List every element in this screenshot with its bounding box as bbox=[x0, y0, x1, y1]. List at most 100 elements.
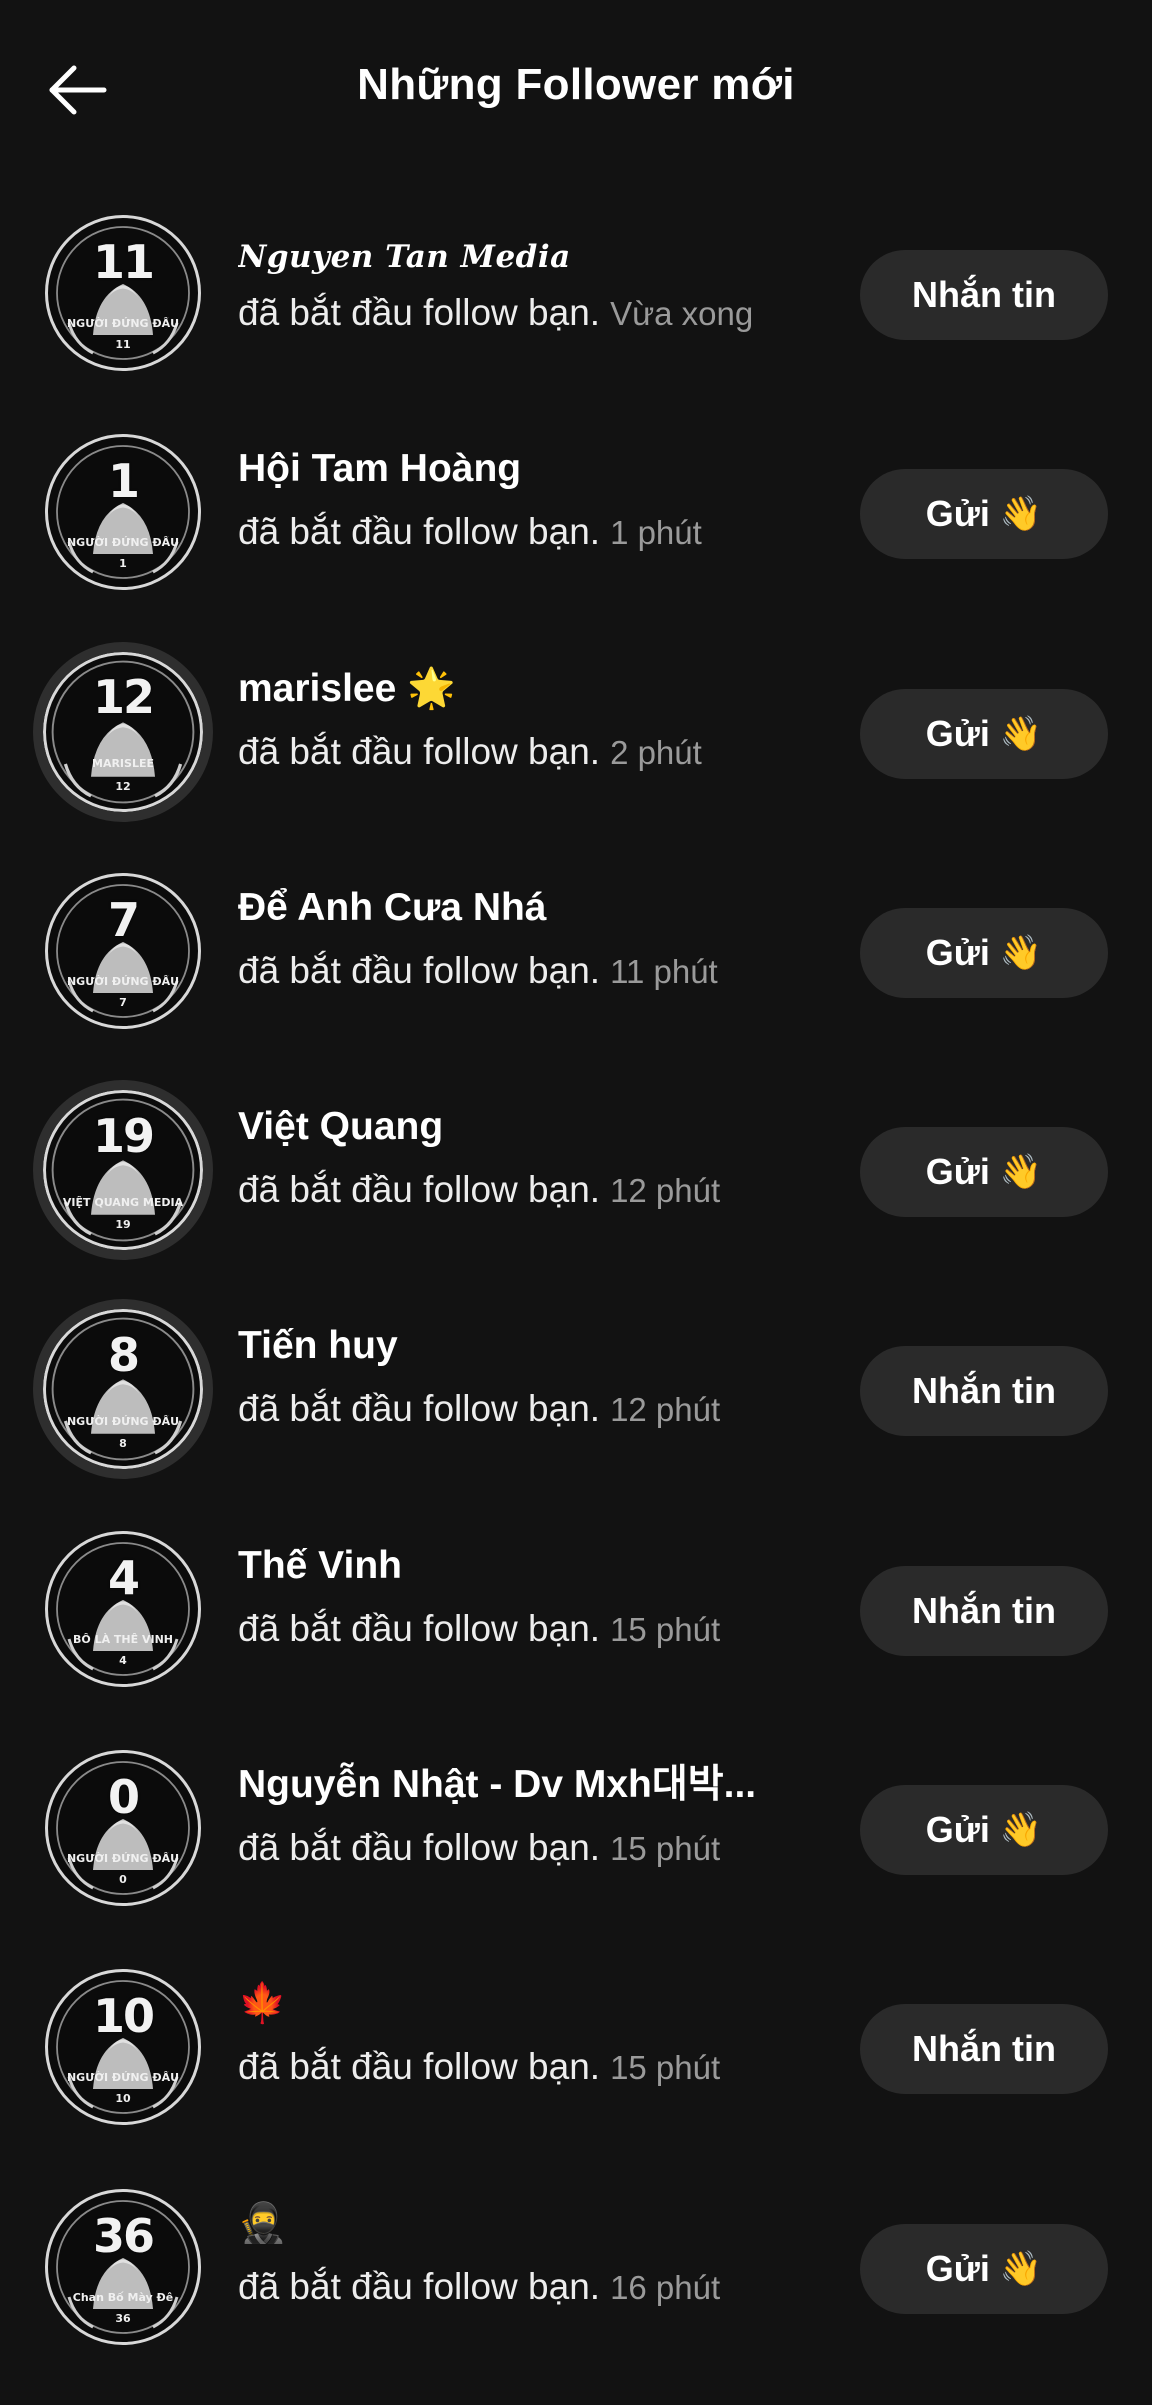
avatar-subnumber: 8 bbox=[119, 1437, 127, 1451]
send-wave-button[interactable]: Gửi 👋 bbox=[860, 2223, 1108, 2314]
follower-row[interactable]: 19 VIỆT QUANG MEDIA 19 Việt Quang đã bắt đầu… bbox=[0, 1062, 1152, 1281]
send-wave-button[interactable]: Gửi 👋 bbox=[860, 1127, 1108, 1218]
button-label: Gửi bbox=[925, 712, 990, 754]
button-label: Nhắn tin bbox=[912, 1589, 1056, 1631]
follower-row[interactable]: 4 BỐ LÀ THẾ VINH 4 Thế Vinh đã bắt đầu follo… bbox=[0, 1501, 1152, 1720]
avatar-caption: NGƯỜI ĐỨNG ĐẦU bbox=[66, 536, 180, 550]
follow-action-text: đã bắt đầu follow bạn. bbox=[238, 1388, 601, 1430]
button-label: Gửi bbox=[925, 1151, 990, 1193]
follow-status: đã bắt đầu follow bạn. 12 phút bbox=[238, 1168, 720, 1212]
avatar[interactable]: 1 NGƯỜI ĐỨNG ĐẦU 1 bbox=[45, 434, 201, 591]
follower-name[interactable]: Nguyen Tan Media bbox=[238, 239, 571, 276]
send-wave-button[interactable]: Gửi 👋 bbox=[860, 688, 1108, 779]
follower-row[interactable]: 0 NGƯỜI ĐỨNG ĐẦU 0 Nguyễn Nhật - Dv Mxh대박..… bbox=[0, 1720, 1152, 1939]
follower-list: 11 NGƯỜI ĐỨNG ĐẦU 11 Nguyen Tan Media đã bắt… bbox=[0, 185, 1152, 2378]
follow-status: đã bắt đầu follow bạn. 11 phút bbox=[238, 949, 718, 993]
avatar-number: 12 bbox=[92, 669, 155, 724]
follow-action-text: đã bắt đầu follow bạn. bbox=[238, 1607, 601, 1649]
follower-name[interactable]: 🥷 bbox=[238, 2201, 287, 2248]
follow-action-text: đã bắt đầu follow bạn. bbox=[238, 2265, 601, 2307]
follower-row[interactable]: 7 NGƯỜI ĐỨNG ĐẦU 7 Để Anh Cưa Nhá đã bắt đầu… bbox=[0, 843, 1152, 1062]
waving-hand-icon: 👋 bbox=[999, 1811, 1043, 1850]
follower-name[interactable]: Việt Quang bbox=[238, 1104, 443, 1151]
timestamp: 11 phút bbox=[610, 952, 718, 990]
follow-action-text: đã bắt đầu follow bạn. bbox=[238, 511, 601, 553]
timestamp: 15 phút bbox=[610, 1610, 721, 1648]
avatar-number: 11 bbox=[92, 235, 155, 289]
avatar-number: 4 bbox=[107, 1550, 140, 1605]
follow-status: đã bắt đầu follow bạn. 16 phút bbox=[238, 2265, 720, 2309]
message-button[interactable]: Nhắn tin bbox=[860, 1346, 1108, 1437]
timestamp: 16 phút bbox=[610, 2268, 721, 2306]
avatar-caption: Chan Bố Mày Đê bbox=[72, 2290, 174, 2304]
avatar-subnumber: 36 bbox=[115, 2311, 131, 2325]
follow-action-text: đã bắt đầu follow bạn. bbox=[238, 730, 601, 772]
message-button[interactable]: Nhắn tin bbox=[860, 2004, 1108, 2095]
avatar-number: 0 bbox=[107, 1770, 140, 1825]
follower-name[interactable]: Thế Vinh bbox=[238, 1543, 402, 1590]
follower-row[interactable]: 10 NGƯỜI ĐỨNG ĐẦU 10 🍁 đã bắt đầu follow bạn… bbox=[0, 1939, 1152, 2158]
avatar-subnumber: 0 bbox=[119, 1873, 127, 1887]
avatar[interactable]: 11 NGƯỜI ĐỨNG ĐẦU 11 bbox=[45, 215, 201, 371]
button-label: Nhắn tin bbox=[912, 2028, 1056, 2070]
follow-action-text: đã bắt đầu follow bạn. bbox=[238, 1169, 601, 1211]
timestamp: 12 phút bbox=[610, 1172, 721, 1210]
avatar[interactable]: 8 NGƯỜI ĐỨNG ĐẦU 8 bbox=[33, 1299, 213, 1480]
avatar-caption: BỐ LÀ THẾ VINH bbox=[73, 1632, 173, 1646]
avatar[interactable]: 0 NGƯỜI ĐỨNG ĐẦU 0 bbox=[45, 1750, 201, 1907]
avatar[interactable]: 4 BỐ LÀ THẾ VINH 4 bbox=[45, 1530, 201, 1687]
avatar-subnumber: 19 bbox=[115, 1218, 131, 1232]
avatar-caption: NGƯỜI ĐỨNG ĐẦU bbox=[66, 317, 180, 330]
avatar[interactable]: 36 Chan Bố Mày Đê 36 bbox=[45, 2188, 201, 2345]
follower-name[interactable]: Nguyễn Nhật - Dv Mxh대박... bbox=[238, 1762, 756, 1809]
follow-action-text: đã bắt đầu follow bạn. bbox=[238, 292, 601, 333]
follower-row[interactable]: 1 NGƯỜI ĐỨNG ĐẦU 1 Hội Tam Hoàng đã bắt đầu … bbox=[0, 404, 1152, 623]
follower-row[interactable]: 36 Chan Bố Mày Đê 36 🥷 đã bắt đầu follow bạn… bbox=[0, 2159, 1152, 2378]
follow-action-text: đã bắt đầu follow bạn. bbox=[238, 2046, 601, 2088]
avatar[interactable]: 7 NGƯỜI ĐỨNG ĐẦU 7 bbox=[45, 872, 201, 1029]
message-button[interactable]: Nhắn tin bbox=[860, 250, 1108, 340]
avatar-caption: MARISLEE bbox=[92, 757, 154, 771]
timestamp: Vừa xong bbox=[610, 295, 754, 332]
send-wave-button[interactable]: Gửi 👋 bbox=[860, 907, 1108, 998]
button-label: Nhắn tin bbox=[912, 274, 1056, 315]
send-wave-button[interactable]: Gửi 👋 bbox=[860, 469, 1108, 560]
avatar-number: 7 bbox=[107, 892, 140, 947]
avatar[interactable]: 19 VIỆT QUANG MEDIA 19 bbox=[33, 1080, 213, 1261]
follow-status: đã bắt đầu follow bạn. 12 phút bbox=[238, 1387, 720, 1431]
waving-hand-icon: 👋 bbox=[999, 1153, 1043, 1192]
page-title: Những Follower mới bbox=[357, 60, 795, 109]
avatar-caption: VIỆT QUANG MEDIA bbox=[62, 1195, 184, 1209]
avatar-number: 19 bbox=[92, 1108, 155, 1163]
timestamp: 15 phút bbox=[610, 1830, 721, 1868]
timestamp: 2 phút bbox=[610, 733, 702, 771]
follower-row[interactable]: 12 MARISLEE 12 marislee 🌟 đã bắt đầu follow … bbox=[0, 624, 1152, 843]
follower-name[interactable]: Hội Tam Hoàng bbox=[238, 446, 521, 493]
avatar-caption: NGƯỜI ĐỨNG ĐẦU bbox=[66, 1415, 180, 1429]
avatar-caption: NGƯỜI ĐỨNG ĐẦU bbox=[66, 2071, 180, 2085]
message-button[interactable]: Nhắn tin bbox=[860, 1565, 1108, 1656]
avatar-number: 8 bbox=[107, 1327, 140, 1382]
button-label: Gửi bbox=[925, 931, 990, 973]
send-wave-button[interactable]: Gửi 👋 bbox=[860, 1785, 1108, 1876]
waving-hand-icon: 👋 bbox=[999, 714, 1043, 753]
follow-status: đã bắt đầu follow bạn. 2 phút bbox=[238, 730, 702, 774]
follower-name[interactable]: 🍁 bbox=[238, 1981, 287, 2028]
follower-name[interactable]: Để Anh Cưa Nhá bbox=[238, 885, 547, 932]
avatar-subnumber: 11 bbox=[115, 338, 131, 351]
follower-row[interactable]: 8 NGƯỜI ĐỨNG ĐẦU 8 Tiến huy đã bắt đầu follo… bbox=[0, 1281, 1152, 1500]
follow-status: đã bắt đầu follow bạn. Vừa xong bbox=[238, 291, 753, 335]
avatar[interactable]: 12 MARISLEE 12 bbox=[33, 641, 213, 822]
follow-status: đã bắt đầu follow bạn. 1 phút bbox=[238, 510, 702, 554]
avatar[interactable]: 10 NGƯỜI ĐỨNG ĐẦU 10 bbox=[45, 1969, 201, 2126]
follow-action-text: đã bắt đầu follow bạn. bbox=[238, 949, 601, 991]
follower-row[interactable]: 11 NGƯỜI ĐỨNG ĐẦU 11 Nguyen Tan Media đã bắt… bbox=[0, 185, 1152, 404]
button-label: Gửi bbox=[925, 1809, 990, 1851]
follower-name[interactable]: Tiến huy bbox=[238, 1323, 398, 1370]
avatar-number: 1 bbox=[107, 454, 140, 509]
follow-status: đã bắt đầu follow bạn. 15 phút bbox=[238, 1826, 720, 1870]
avatar-caption: NGƯỜI ĐỨNG ĐẦU bbox=[66, 1852, 180, 1866]
avatar-subnumber: 4 bbox=[119, 1653, 127, 1667]
follow-action-text: đã bắt đầu follow bạn. bbox=[238, 1827, 601, 1869]
follower-name[interactable]: marislee 🌟 bbox=[238, 666, 456, 713]
